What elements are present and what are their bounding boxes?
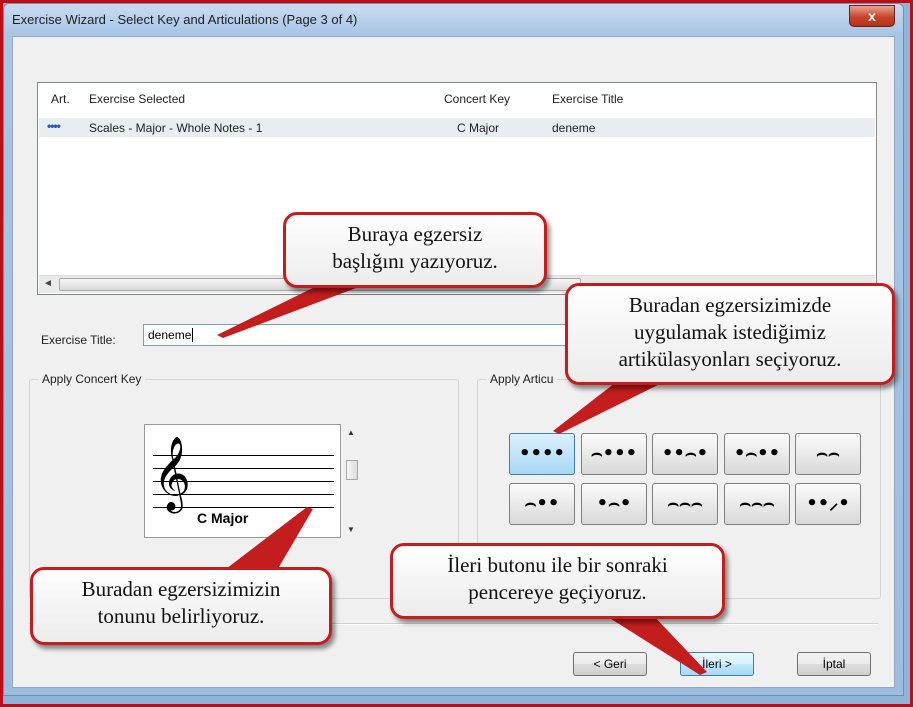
key-hint-callout: Buradan egzersizimizin tonunu belirliyor…: [30, 567, 332, 645]
title-callout-pointer: [217, 282, 372, 338]
next-callout-pointer: [600, 612, 707, 675]
next-hint-line-1: İleri butonu ile bir sonraki: [447, 553, 668, 577]
key-hint-line-1: Buradan egzersizimizin: [81, 577, 281, 601]
next-hint-line-2: pencereye geçiyoruz.: [468, 580, 647, 604]
title-hint-callout: Buraya egzersiz başlığını yazıyoruz.: [283, 212, 547, 288]
key-hint-line-2: tonunu belirliyoruz.: [97, 604, 265, 628]
title-hint-line-2: başlığını yazıyoruz.: [332, 249, 498, 273]
articulation-hint-callout: Buradan egzersizimizde uygulamak istediğ…: [565, 283, 895, 385]
artic-hint-line-3: artikülasyonları seçiyoruz.: [618, 347, 842, 371]
key-callout-pointer: [222, 507, 313, 572]
artic-hint-line-1: Buradan egzersizimizde: [628, 293, 832, 317]
next-hint-callout: İleri butonu ile bir sonraki pencereye g…: [390, 543, 725, 619]
artic-hint-line-2: uygulamak istediğimiz: [634, 320, 826, 344]
title-hint-line-1: Buraya egzersiz: [347, 222, 483, 246]
